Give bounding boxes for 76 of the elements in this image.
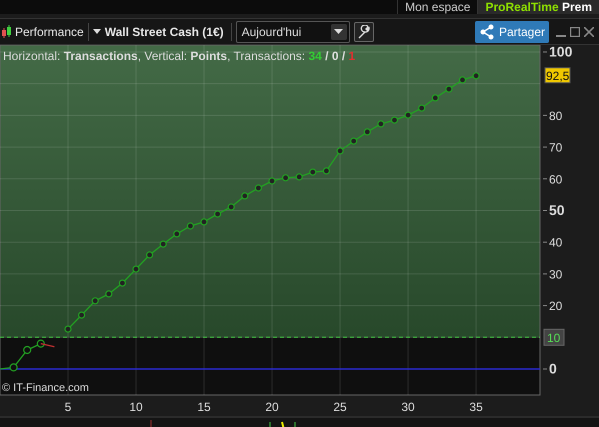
y-tick: [542, 210, 548, 211]
data-point: [105, 290, 112, 298]
data-point: [472, 72, 480, 80]
data-point: [118, 280, 126, 287]
data-point: [404, 112, 412, 119]
y-axis-label: 20: [549, 299, 562, 314]
data-point: [336, 147, 344, 154]
data-point: [296, 173, 303, 180]
share-button[interactable]: Partager: [474, 20, 549, 42]
y-tick: [542, 368, 548, 370]
y-axis-label: 60: [549, 172, 562, 186]
x-axis-label: 10: [129, 400, 143, 414]
y-axis-label: 40: [549, 236, 562, 250]
data-point: [432, 94, 439, 102]
x-axis-label: 5: [64, 400, 72, 414]
tab[interactable]: ProRealTime Prem: [477, 0, 599, 14]
data-point: [173, 230, 180, 238]
data-point: [214, 210, 222, 218]
data-point: [10, 363, 18, 372]
ref-line-label: 10: [547, 330, 561, 345]
last-value-tag: 92,5: [544, 67, 570, 84]
y-tick: [542, 114, 548, 116]
data-point: [160, 240, 167, 248]
y-tick: [542, 178, 548, 180]
chart-info: Horizontal: Transactions, Vertical: Points, Transactions: 34 / 0 / 1: [3, 48, 356, 65]
chart-type-label[interactable]: Performance: [15, 22, 84, 40]
data-point: [377, 120, 384, 128]
x-axis-label: 30: [401, 400, 415, 414]
threshold-label: 10: [544, 328, 564, 346]
y-axis-label: 80: [549, 108, 562, 123]
data-point: [364, 128, 371, 136]
y-axis-label: 50: [549, 202, 565, 218]
x-axis-label: 20: [265, 400, 279, 414]
close-icon[interactable]: [584, 26, 594, 36]
y-tick: [542, 273, 548, 274]
maximize-icon[interactable]: [570, 26, 580, 36]
y-axis-label: 100: [549, 45, 572, 60]
data-point: [418, 104, 426, 112]
data-point: [23, 346, 32, 354]
period-dropdown[interactable]: Aujourd'hui: [236, 20, 350, 42]
data-point: [64, 326, 72, 333]
y-axis-label: 30: [549, 267, 562, 282]
x-axis-label: 35: [469, 400, 483, 414]
data-point: [254, 184, 262, 192]
x-axis-label: 25: [333, 400, 347, 414]
data-point: [200, 218, 208, 226]
data-point: [36, 340, 45, 348]
y-tick: [542, 305, 548, 306]
data-point: [132, 266, 140, 273]
data-point: [146, 251, 154, 258]
share-icon: [478, 24, 495, 40]
copyright-text: © IT-Finance.com: [2, 381, 89, 396]
y-axis-label: 70: [549, 140, 562, 155]
wrench-button[interactable]: [354, 22, 374, 42]
data-point: [390, 116, 398, 124]
instrument-name[interactable]: Wall Street Cash (1€): [104, 22, 224, 40]
y-tick: [542, 51, 548, 52]
data-point: [92, 297, 99, 304]
data-point: [350, 138, 358, 145]
y-tick: [542, 146, 548, 148]
data-point: [186, 222, 194, 230]
data-point: [458, 76, 466, 84]
caret-icon[interactable]: [92, 29, 101, 34]
data-point: [268, 177, 276, 185]
y-tick: [542, 242, 548, 243]
data-point: [309, 168, 316, 176]
data-point: [78, 312, 86, 319]
data-point: [228, 203, 235, 211]
y-axis-label: 0: [549, 360, 557, 376]
dropdown-caret-icon[interactable]: [330, 24, 347, 40]
data-point: [322, 167, 330, 174]
data-point: [445, 86, 452, 93]
x-axis-label: 15: [197, 400, 211, 414]
candlestick-icon[interactable]: [2, 24, 11, 38]
data-point: [241, 192, 248, 200]
data-point: [282, 174, 290, 182]
